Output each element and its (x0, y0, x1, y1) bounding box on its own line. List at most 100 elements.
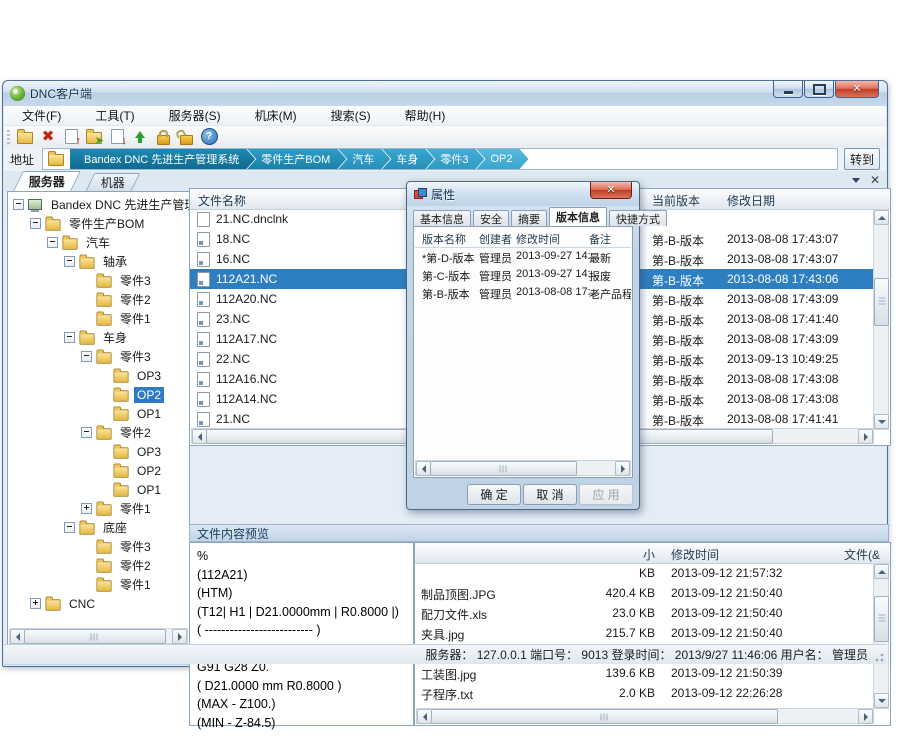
expand-icon[interactable] (81, 503, 92, 514)
collapse-icon[interactable] (47, 237, 58, 248)
breadcrumb-root[interactable]: Bandex DNC 先进生产管理系统 (70, 149, 255, 169)
cancel-button[interactable]: 取 消 (523, 484, 577, 505)
column-current-version[interactable]: 当前版本 (652, 192, 700, 209)
scroll-thumb[interactable] (24, 629, 166, 644)
minimize-button[interactable] (773, 81, 803, 98)
menu-machine[interactable]: 机床(M) (245, 105, 307, 126)
tree-item[interactable]: 零件1 (8, 499, 189, 518)
scroll-down-icon[interactable] (874, 414, 889, 429)
close-button[interactable]: ✕ (835, 81, 879, 98)
menu-file[interactable]: 文件(F) (12, 105, 71, 126)
tree-item[interactable]: 零件2 (8, 556, 189, 575)
version-hscrollbar[interactable] (415, 460, 631, 476)
check-out-button[interactable]: ↓ (107, 128, 127, 146)
tree-hscrollbar[interactable] (9, 628, 188, 644)
scroll-down-icon[interactable] (874, 693, 889, 708)
scroll-left-icon[interactable] (416, 461, 431, 476)
resize-grip-icon[interactable] (872, 650, 884, 662)
version-row[interactable]: 第-B-版本管理员2013-08-08 17:...老产品程序 (415, 284, 631, 302)
tree-item[interactable]: 轴承 (8, 252, 189, 271)
unlock-button[interactable] (176, 128, 196, 146)
check-in-button[interactable]: ↑ (61, 128, 81, 146)
tab-security[interactable]: 安全 (473, 210, 509, 226)
file-list-vscrollbar[interactable] (873, 209, 889, 430)
tree-item[interactable]: 底座 (8, 518, 189, 537)
tree-item[interactable]: 车身 (8, 328, 189, 347)
tree-item-op2-selected[interactable]: OP2 (8, 385, 189, 404)
attachment-row[interactable]: 工装图.jpg139.6 KB2013-09-12 21:50:39 (415, 663, 875, 683)
tree-item[interactable]: 零件1 (8, 575, 189, 594)
scroll-right-icon[interactable] (615, 461, 630, 476)
collapse-icon[interactable] (30, 218, 41, 229)
column-note[interactable]: 备注 (589, 231, 611, 247)
menu-search[interactable]: 搜索(S) (321, 105, 381, 126)
go-button[interactable]: 转到 (844, 148, 880, 170)
tab-basic-info[interactable]: 基本信息 (413, 210, 471, 226)
dialog-close-button[interactable]: ✕ (590, 182, 632, 199)
chevron-down-icon[interactable] (852, 178, 860, 183)
scroll-thumb[interactable] (430, 461, 577, 476)
tree-item[interactable]: 汽车 (8, 233, 189, 252)
column-file[interactable]: 文件(& (844, 546, 880, 563)
version-row[interactable]: *第-D-版本管理员2013-09-27 14:...最新 (415, 248, 631, 266)
tree-item[interactable]: OP2 (8, 461, 189, 480)
ok-button[interactable]: 确 定 (467, 484, 521, 505)
tree-item[interactable]: 零件生产BOM (8, 214, 189, 233)
column-modify-time[interactable]: 修改时间 (516, 231, 560, 247)
tree-item[interactable]: 零件2 (8, 423, 189, 442)
attachment-row[interactable]: 子程序.txt2.0 KB2013-09-12 22:26:28 (415, 683, 875, 703)
scroll-right-icon[interactable] (858, 429, 873, 444)
tree-item[interactable]: 零件2 (8, 290, 189, 309)
collapse-icon[interactable] (81, 351, 92, 362)
menu-help[interactable]: 帮助(H) (395, 105, 456, 126)
attachment-hscrollbar[interactable] (416, 708, 874, 724)
attachment-row[interactable]: 配刀文件.xls23.0 KB2013-09-12 21:50:40 (415, 603, 875, 623)
tree-item[interactable]: 零件1 (8, 309, 189, 328)
tree-item[interactable]: OP3 (8, 442, 189, 461)
column-creator[interactable]: 创建者 (479, 231, 512, 247)
tab-version-info[interactable]: 版本信息 (549, 207, 607, 226)
menu-tools[interactable]: 工具(T) (85, 105, 144, 126)
collapse-icon[interactable] (64, 256, 75, 267)
upload-button[interactable] (130, 128, 150, 146)
collapse-icon[interactable] (64, 522, 75, 533)
tab-machine[interactable]: 机器 (86, 173, 141, 191)
attachment-row[interactable]: KB2013-09-12 21:57:32 (415, 563, 875, 583)
scroll-left-icon[interactable] (192, 429, 207, 444)
attachment-row[interactable]: 制品顶图.JPG420.4 KB2013-09-12 21:50:40 (415, 583, 875, 603)
scroll-left-icon[interactable] (417, 709, 432, 724)
expand-icon[interactable] (30, 598, 41, 609)
maximize-button[interactable] (804, 81, 834, 98)
collapse-icon[interactable] (13, 199, 24, 210)
column-modify-time[interactable]: 修改时间 (671, 546, 719, 563)
help-button[interactable]: ? (199, 128, 219, 146)
scroll-right-icon[interactable] (172, 629, 187, 644)
tree-item-root[interactable]: Bandex DNC 先进生产管理系统 (8, 195, 189, 214)
tab-shortcut[interactable]: 快捷方式 (609, 210, 667, 226)
scroll-left-icon[interactable] (10, 629, 25, 644)
scroll-thumb[interactable] (874, 596, 889, 642)
collapse-icon[interactable] (64, 332, 75, 343)
scroll-thumb[interactable] (431, 709, 778, 724)
scroll-thumb[interactable] (874, 278, 889, 326)
delete-button[interactable]: ✖ (38, 128, 58, 146)
tree-item[interactable]: 零件3 (8, 271, 189, 290)
scroll-up-icon[interactable] (874, 210, 889, 225)
column-file-name[interactable]: 文件名称 (198, 192, 246, 209)
breadcrumb-item[interactable]: 零件生产BOM (247, 149, 346, 169)
breadcrumb-item[interactable]: 零件3 (426, 149, 484, 169)
close-tab-icon[interactable]: ✕ (870, 174, 880, 186)
attachment-row[interactable]: 夹具.jpg215.7 KB2013-09-12 21:50:40 (415, 623, 875, 643)
menu-server[interactable]: 服务器(S) (159, 105, 231, 126)
tree-item[interactable]: 零件3 (8, 347, 189, 366)
tree-item[interactable]: OP1 (8, 480, 189, 499)
open-folder-button[interactable]: ➤ (84, 128, 104, 146)
tree-item[interactable]: OP1 (8, 404, 189, 423)
new-folder-button[interactable] (15, 128, 35, 146)
tab-server[interactable]: 服务器 (13, 171, 81, 191)
title-bar[interactable]: DNC客户端 ✕ (3, 81, 887, 106)
collapse-icon[interactable] (81, 427, 92, 438)
tree-item-cnc[interactable]: CNC (8, 594, 189, 613)
lock-button[interactable] (153, 128, 173, 146)
tab-summary[interactable]: 摘要 (511, 210, 547, 226)
